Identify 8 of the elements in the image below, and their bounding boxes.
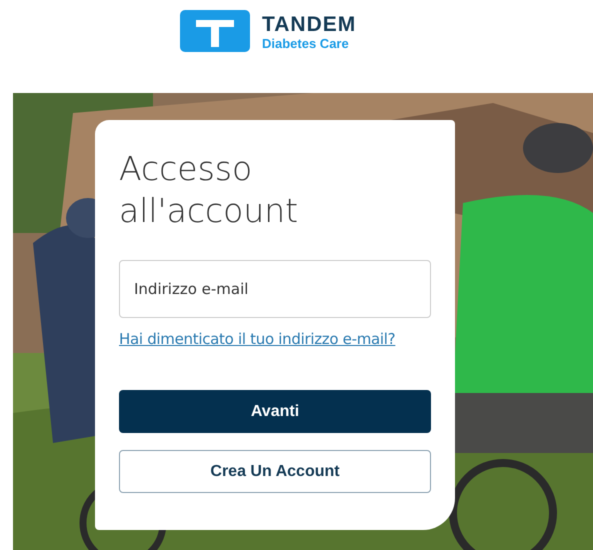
forgot-email-link[interactable]: Hai dimenticato il tuo indirizzo e-mail? [119,330,431,348]
email-field[interactable]: Indirizzo e-mail [119,260,431,318]
next-button[interactable]: Avanti [119,390,431,433]
logo-icon [180,10,250,52]
login-title: Accesso all'account [119,148,300,232]
brand-name: TANDEM [262,14,356,36]
brand-tagline: Diabetes Care [262,36,350,52]
create-account-button[interactable]: Crea Un Account [119,450,431,493]
